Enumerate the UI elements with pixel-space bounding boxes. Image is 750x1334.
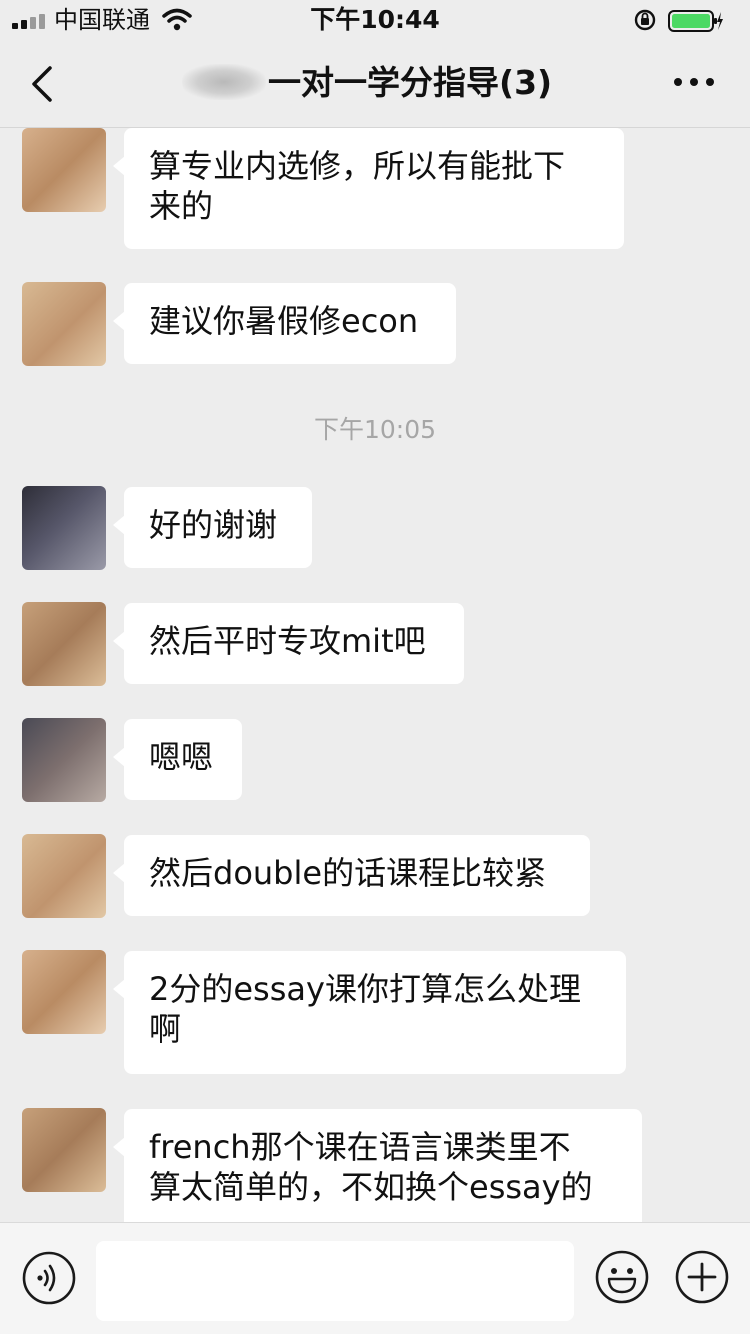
message-bubble[interactable]: 然后平时专攻mit吧 [113, 603, 464, 684]
battery-charging-icon [668, 10, 723, 32]
chat-title: 一对一学分指导(3) [268, 63, 553, 102]
message-bubble[interactable]: 建议你暑假修econ [113, 283, 456, 364]
emoji-icon[interactable] [594, 1249, 650, 1305]
voice-input-icon[interactable] [22, 1251, 76, 1305]
avatar[interactable] [22, 128, 106, 212]
message-line: 啊 [149, 1010, 182, 1048]
message-line: 2分的essay课你打算怎么处理 [149, 970, 581, 1008]
message-bubble[interactable]: french那个课在语言课类里不 算太简单的，不如换个essay的 [113, 1109, 642, 1222]
message-input[interactable] [96, 1241, 574, 1321]
avatar[interactable] [22, 486, 106, 570]
avatar[interactable] [22, 834, 106, 918]
message-line: french那个课在语言课类里不 [149, 1128, 571, 1166]
message-bubble[interactable]: 嗯嗯 [113, 719, 242, 800]
orientation-lock-icon [634, 9, 656, 31]
message-line: 建议你暑假修econ [149, 302, 419, 340]
blurred-name [182, 64, 266, 100]
message-line: 好的谢谢 [149, 506, 278, 544]
message-bubble[interactable]: 好的谢谢 [113, 487, 312, 568]
message-line: 算太简单的，不如换个essay的 [149, 1168, 593, 1206]
message-line: 算专业内选修，所以有能批下 [149, 147, 566, 185]
message-list[interactable]: 算专业内选修，所以有能批下 来的 建议你暑假修econ 下午10:05 好的谢谢… [0, 128, 750, 1222]
message-line: 来的 [149, 187, 214, 225]
avatar[interactable] [22, 950, 106, 1034]
avatar[interactable] [22, 718, 106, 802]
input-bar [0, 1222, 750, 1334]
more-dots-icon[interactable] [672, 76, 716, 88]
plus-circle-icon[interactable] [674, 1249, 730, 1305]
avatar[interactable] [22, 282, 106, 366]
time-divider: 下午10:05 [313, 415, 437, 444]
avatar[interactable] [22, 602, 106, 686]
message-line: 嗯嗯 [149, 738, 214, 776]
chevron-left-icon[interactable] [24, 62, 60, 106]
message-line: 然后double的话课程比较紧 [149, 854, 547, 892]
message-bubble[interactable]: 然后double的话课程比较紧 [113, 835, 590, 916]
message-line: 然后平时专攻mit吧 [149, 622, 426, 660]
chat-nav-bar: 一对一学分指导(3) [0, 40, 750, 128]
status-bar: 中国联通 下午10:44 [0, 0, 750, 40]
avatar[interactable] [22, 1108, 106, 1192]
message-bubble[interactable]: 算专业内选修，所以有能批下 来的 [113, 128, 624, 249]
message-bubble[interactable]: 2分的essay课你打算怎么处理 啊 [113, 951, 626, 1074]
